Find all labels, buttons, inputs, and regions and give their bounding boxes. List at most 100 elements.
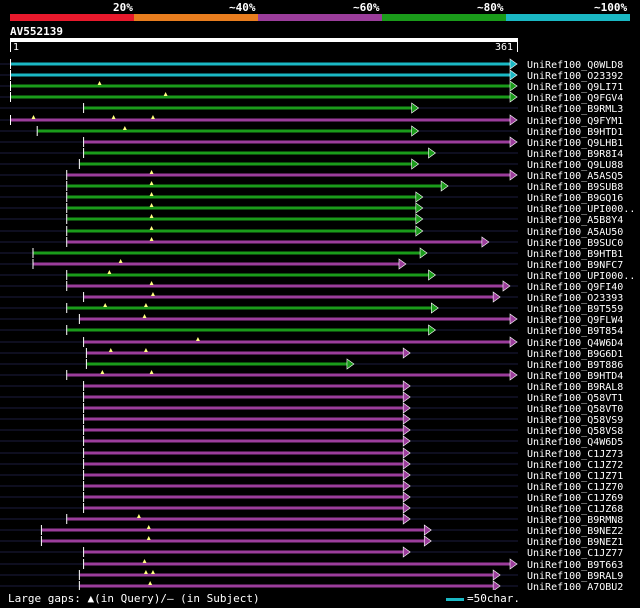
hit-bar[interactable] — [84, 340, 511, 344]
hit-id-link[interactable]: UniRef100_Q9FLW4 — [527, 315, 623, 326]
hit-id-link[interactable]: UniRef100_B9GQ16 — [527, 193, 623, 204]
hit-id-link[interactable]: UniRef100_B9RAL9 — [527, 571, 623, 582]
hit-bar[interactable] — [67, 306, 433, 310]
hit-bar[interactable] — [79, 162, 413, 166]
hit-id-link[interactable]: UniRef100_C1JZ77 — [527, 548, 623, 559]
hit-id-link[interactable]: UniRef100_O23393 — [527, 293, 623, 304]
hit-bar[interactable] — [84, 151, 430, 155]
hit-bar[interactable] — [86, 362, 348, 366]
hit-bar[interactable] — [67, 284, 504, 288]
hit-id-link[interactable]: UniRef100_A5B8Y4 — [527, 215, 623, 226]
hit-bar[interactable] — [67, 517, 405, 521]
hit-id-link[interactable]: UniRef100_B9NEZ1 — [527, 537, 623, 548]
hit-id-link[interactable]: UniRef100_B9T886 — [527, 360, 623, 371]
hit-id-link[interactable]: UniRef100_A5ASQ5 — [527, 171, 623, 182]
hit-bar[interactable] — [84, 562, 511, 566]
hit-bar[interactable] — [84, 462, 405, 466]
hit-bar[interactable] — [84, 506, 405, 510]
hit-bar[interactable] — [37, 129, 413, 133]
hit-bar[interactable] — [67, 373, 511, 377]
hit-id-link[interactable]: UniRef100_B9SUB8 — [527, 182, 623, 193]
hit-id-link[interactable]: UniRef100_B9HTD1 — [527, 127, 623, 138]
hit-bar[interactable] — [11, 95, 511, 99]
query-gap-marker — [149, 192, 154, 196]
hit-id-link[interactable]: UniRef100_Q58VT1 — [527, 393, 623, 404]
hit-id-link[interactable]: UniRef100_B9T559 — [527, 304, 623, 315]
hit-end-arrow — [402, 513, 411, 525]
hit-id-link[interactable]: UniRef100_Q58VS8 — [527, 426, 623, 437]
hit-bar[interactable] — [33, 262, 400, 266]
hit-bar[interactable] — [79, 584, 495, 588]
hit-id-link[interactable]: UniRef100_Q4W6D4 — [527, 338, 623, 349]
hit-bar[interactable] — [11, 73, 511, 77]
hit-bar[interactable] — [84, 550, 405, 554]
hit-bar[interactable] — [84, 495, 405, 499]
hit-id-link[interactable]: UniRef100_Q9LHB1 — [527, 138, 623, 149]
hit-id-link[interactable]: UniRef100_B9HTD4 — [527, 371, 623, 382]
hit-bar[interactable] — [67, 184, 443, 188]
hit-bar[interactable] — [84, 428, 405, 432]
hit-bar[interactable] — [41, 539, 426, 543]
hit-id-link[interactable]: UniRef100_B9NFC7 — [527, 260, 623, 271]
hit-id-link[interactable]: UniRef100_B9RAL8 — [527, 382, 623, 393]
hit-start-tick — [32, 248, 34, 258]
hit-id-link[interactable]: UniRef100_A7QBU2 — [527, 582, 623, 590]
query-gap-marker — [150, 570, 155, 574]
hit-id-link[interactable]: UniRef100_Q58VS9 — [527, 415, 623, 426]
hit-end-arrow — [415, 191, 424, 203]
hit-id-link[interactable]: UniRef100_C1JZ73 — [527, 449, 623, 460]
hit-bar[interactable] — [41, 528, 426, 532]
hit-bar[interactable] — [84, 384, 405, 388]
hit-id-link[interactable]: UniRef100_B9RML3 — [527, 104, 623, 115]
hit-id-link[interactable]: UniRef100_UPI000.. — [527, 204, 635, 215]
hit-id-link[interactable]: UniRef100_Q9FGV4 — [527, 93, 623, 104]
hit-bar[interactable] — [11, 118, 511, 122]
hit-bar[interactable] — [84, 451, 405, 455]
hit-bar[interactable] — [84, 439, 405, 443]
hit-id-link[interactable]: UniRef100_A5AU50 — [527, 227, 623, 238]
hit-id-link[interactable]: UniRef100_C1JZ70 — [527, 482, 623, 493]
hit-id-link[interactable]: UniRef100_B9RMN8 — [527, 515, 623, 526]
hit-bar[interactable] — [79, 573, 495, 577]
hit-bar[interactable] — [33, 251, 422, 255]
hit-id-link[interactable]: UniRef100_C1JZ72 — [527, 460, 623, 471]
hit-bar[interactable] — [86, 351, 405, 355]
hit-bar[interactable] — [67, 206, 417, 210]
hit-bar[interactable] — [84, 395, 405, 399]
hit-id-link[interactable]: UniRef100_Q0WLD8 — [527, 60, 623, 71]
hit-id-link[interactable]: UniRef100_C1JZ71 — [527, 471, 623, 482]
hit-id-link[interactable]: UniRef100_Q9FYM1 — [527, 116, 623, 127]
hit-id-link[interactable]: UniRef100_B9SUC0 — [527, 238, 623, 249]
hit-bar[interactable] — [67, 195, 417, 199]
hit-bar[interactable] — [84, 140, 511, 144]
hit-id-link[interactable]: UniRef100_C1JZ68 — [527, 504, 623, 515]
hit-id-link[interactable]: UniRef100_O23392 — [527, 71, 623, 82]
hit-bar[interactable] — [67, 173, 511, 177]
hit-id-link[interactable]: UniRef100_Q9FI40 — [527, 282, 623, 293]
hit-bar[interactable] — [84, 406, 405, 410]
hit-bar[interactable] — [84, 484, 405, 488]
hit-bar[interactable] — [67, 229, 417, 233]
hit-bar[interactable] — [84, 106, 413, 110]
hit-bar[interactable] — [84, 473, 405, 477]
hit-bar[interactable] — [67, 217, 417, 221]
hit-bar[interactable] — [67, 328, 430, 332]
hit-bar[interactable] — [11, 84, 511, 88]
hit-bar[interactable] — [84, 295, 495, 299]
hit-id-link[interactable]: UniRef100_Q9LU88 — [527, 160, 623, 171]
hit-id-link[interactable]: UniRef100_B9T854 — [527, 326, 623, 337]
hit-id-link[interactable]: UniRef100_Q58VT0 — [527, 404, 623, 415]
hit-id-link[interactable]: UniRef100_Q4W6D5 — [527, 437, 623, 448]
hit-id-link[interactable]: UniRef100_B9T663 — [527, 560, 623, 571]
hit-id-link[interactable]: UniRef100_Q9LI71 — [527, 82, 623, 93]
hit-bar[interactable] — [84, 417, 405, 421]
hit-id-link[interactable]: UniRef100_B9HTB1 — [527, 249, 623, 260]
hit-id-link[interactable]: UniRef100_C1JZ69 — [527, 493, 623, 504]
hit-id-link[interactable]: UniRef100_UPI000.. — [527, 271, 635, 282]
hit-id-link[interactable]: UniRef100_B9R8I4 — [527, 149, 623, 160]
hit-bar[interactable] — [11, 62, 511, 66]
hit-bar[interactable] — [67, 273, 430, 277]
hit-bar[interactable] — [67, 240, 483, 244]
hit-id-link[interactable]: UniRef100_B9G6D1 — [527, 349, 623, 360]
hit-id-link[interactable]: UniRef100_B9NEZ2 — [527, 526, 623, 537]
